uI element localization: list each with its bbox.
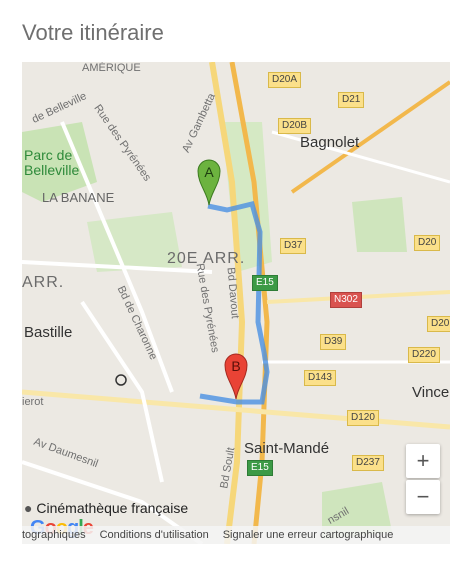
road-shield: D237	[352, 455, 384, 471]
zoom-in-button[interactable]: +	[406, 444, 440, 478]
road-shield: D20	[414, 235, 441, 251]
label-la-banane: LA BANANE	[42, 190, 115, 205]
label-amerique: AMÉRIQUE	[82, 62, 141, 74]
footer-data-link[interactable]: tographiques	[22, 529, 86, 541]
road-shield: D37	[280, 238, 307, 254]
road-shield: D20A	[268, 72, 302, 88]
road-shield: D20	[427, 316, 450, 332]
marker-start-label: A	[204, 164, 214, 180]
label-bagnolet: Bagnolet	[300, 134, 360, 151]
zoom-out-button[interactable]: −	[406, 480, 440, 514]
marker-end[interactable]: B	[224, 352, 248, 400]
road-shield: D21	[338, 92, 365, 108]
road-shield: D220	[408, 347, 440, 363]
marker-end-label: B	[231, 358, 241, 374]
footer-terms-link[interactable]: Conditions d'utilisation	[100, 529, 209, 541]
park-bagnolet	[352, 197, 407, 252]
road-shield: E15	[247, 460, 273, 476]
road-shield: D39	[320, 334, 347, 350]
road-shield: D20B	[278, 118, 312, 134]
label-vincennes: Vince	[412, 384, 450, 401]
camera-icon: ●	[24, 500, 33, 516]
road-shield: E15	[252, 275, 278, 291]
road-shield: D143	[304, 370, 336, 386]
label-20e-arr: 20E ARR.	[167, 250, 246, 267]
road-shield: N302	[330, 292, 362, 308]
poi-cinematheque-label: Cinémathèque française	[36, 500, 189, 516]
label-parc-belleville: Parc de Belleville	[24, 147, 80, 178]
label-saint-mande: Saint-Mandé	[244, 440, 330, 457]
page-title: Votre itinéraire	[22, 20, 164, 45]
label-ierot: ierot	[22, 396, 44, 408]
label-arr: ARR.	[22, 274, 65, 291]
road-shield: D120	[347, 410, 379, 426]
route-map[interactable]: AMÉRIQUE de Belleville Rue des Pyrénées …	[22, 62, 450, 544]
marker-start[interactable]: A	[197, 158, 221, 206]
map-footer: tographiques Conditions d'utilisation Si…	[22, 526, 450, 544]
metro-icon	[115, 374, 127, 386]
footer-report-link[interactable]: Signaler une erreur cartographique	[223, 529, 394, 541]
label-bastille: Bastille	[24, 324, 73, 341]
road-north-east	[271, 130, 450, 184]
poi-cinematheque[interactable]: ● Cinémathèque française	[24, 500, 188, 516]
